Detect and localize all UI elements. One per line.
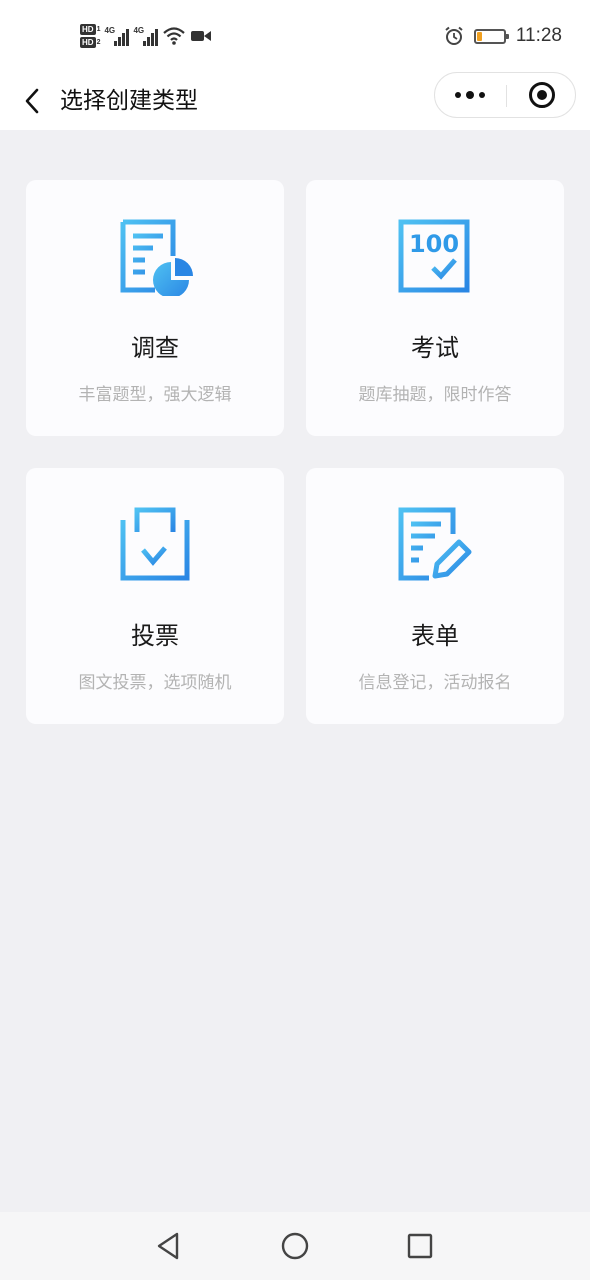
status-left: HD 1 HD 2 4G 4G <box>80 18 212 54</box>
more-dots-icon <box>455 92 461 98</box>
system-home-button[interactable] <box>275 1228 315 1264</box>
exam-score-text: 100 <box>409 230 459 258</box>
status-right: 11:28 <box>444 22 562 50</box>
survey-icon <box>115 216 195 298</box>
home-circle-icon <box>281 1232 309 1260</box>
back-button[interactable] <box>14 78 50 124</box>
more-dots-icon <box>466 91 474 99</box>
battery-level <box>476 31 482 41</box>
network-type: 4G <box>104 26 116 35</box>
hd-sim-number: 2 <box>96 39 101 46</box>
close-mini-program-button[interactable] <box>507 73 577 117</box>
hd-badge: HD <box>80 37 96 48</box>
mini-program-capsule <box>434 72 576 118</box>
card-title: 考试 <box>411 334 459 362</box>
system-back-button[interactable] <box>148 1228 188 1264</box>
page-title: 选择创建类型 <box>60 88 198 114</box>
hd-badge: HD <box>80 24 96 35</box>
card-description: 丰富题型，强大逻辑 <box>78 385 232 405</box>
status-bar: HD 1 HD 2 4G 4G 11:28 <box>0 0 590 72</box>
card-description: 图文投票，选项随机 <box>78 673 232 693</box>
signal-icon: 4G <box>104 26 130 46</box>
more-button[interactable] <box>435 73 505 117</box>
wifi-icon <box>163 27 186 45</box>
card-survey[interactable]: 调查 丰富题型，强大逻辑 <box>26 180 284 436</box>
signal-icon: 4G <box>133 26 159 46</box>
system-nav-bar <box>0 1212 590 1280</box>
screen: HD 1 HD 2 4G 4G 11:28 选择创建类型 调查 丰富题型，强大逻… <box>0 0 590 1280</box>
chevron-left-icon <box>25 88 39 114</box>
battery-icon <box>473 28 509 44</box>
form-icon <box>395 504 475 584</box>
back-triangle-icon <box>157 1232 179 1260</box>
alarm-icon <box>445 26 463 45</box>
hd-sim-number: 1 <box>96 26 101 33</box>
recents-square-icon <box>407 1233 433 1259</box>
card-title: 投票 <box>131 622 179 650</box>
more-dots-icon <box>479 92 485 98</box>
card-form[interactable]: 表单 信息登记，活动报名 <box>306 468 564 724</box>
card-title: 表单 <box>411 622 459 650</box>
target-circle-icon <box>529 82 555 108</box>
card-exam[interactable]: 100 考试 题库抽题，限时作答 <box>306 180 564 436</box>
nav-bar: 选择创建类型 <box>0 72 590 130</box>
card-vote[interactable]: 投票 图文投票，选项随机 <box>26 468 284 724</box>
status-time: 11:28 <box>515 25 562 46</box>
card-title: 调查 <box>131 334 179 362</box>
video-icon <box>191 31 212 41</box>
exam-icon: 100 <box>395 216 475 296</box>
card-description: 题库抽题，限时作答 <box>358 385 512 405</box>
vote-icon <box>115 504 195 584</box>
network-type: 4G <box>133 26 145 35</box>
hd-indicators: HD 1 HD 2 <box>80 24 100 48</box>
system-recents-button[interactable] <box>400 1228 440 1264</box>
card-description: 信息登记，活动报名 <box>358 673 512 693</box>
